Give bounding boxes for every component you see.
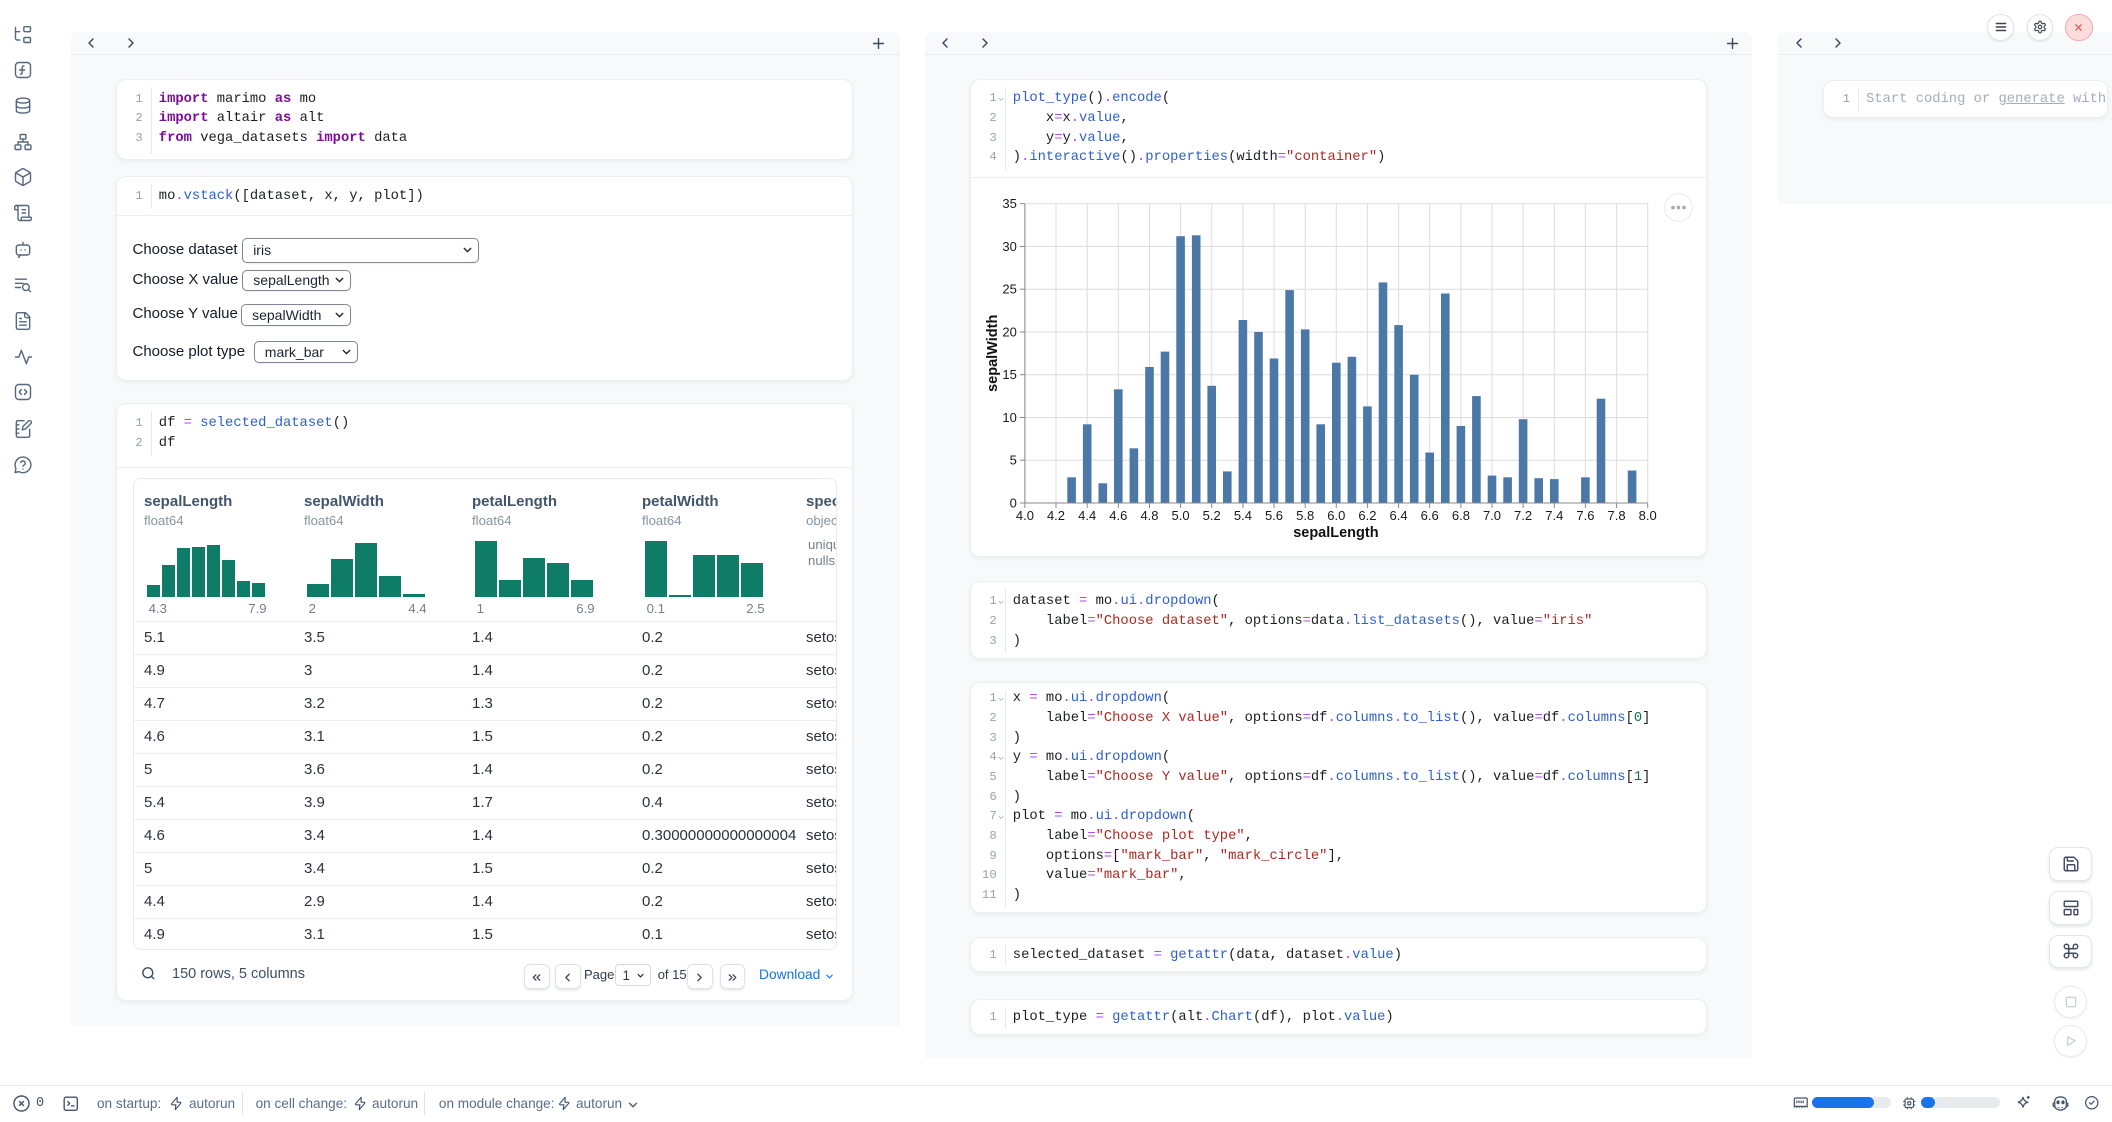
svg-text:5.6: 5.6 [1265, 508, 1283, 523]
svg-text:5.4: 5.4 [1234, 508, 1252, 523]
svg-text:7.4: 7.4 [1545, 508, 1563, 523]
svg-text:6.2: 6.2 [1358, 508, 1376, 523]
svg-text:4.6: 4.6 [1109, 508, 1127, 523]
svg-text:6.8: 6.8 [1452, 508, 1470, 523]
svg-text:4.2: 4.2 [1047, 508, 1065, 523]
svg-text:7.6: 7.6 [1576, 508, 1594, 523]
svg-text:8.0: 8.0 [1638, 508, 1656, 523]
svg-text:4.0: 4.0 [1016, 508, 1034, 523]
svg-text:35: 35 [1002, 196, 1016, 211]
svg-text:6.6: 6.6 [1420, 508, 1438, 523]
svg-text:6.4: 6.4 [1389, 508, 1407, 523]
svg-text:5.0: 5.0 [1171, 508, 1189, 523]
svg-text:4.4: 4.4 [1078, 508, 1096, 523]
svg-text:4.8: 4.8 [1140, 508, 1158, 523]
svg-text:15: 15 [1002, 367, 1016, 382]
svg-text:5.2: 5.2 [1202, 508, 1220, 523]
svg-text:7.8: 7.8 [1607, 508, 1625, 523]
svg-text:7.2: 7.2 [1514, 508, 1532, 523]
svg-text:6.0: 6.0 [1327, 508, 1345, 523]
svg-text:5.8: 5.8 [1296, 508, 1314, 523]
svg-text:20: 20 [1002, 325, 1016, 340]
svg-text:5: 5 [1009, 453, 1016, 468]
svg-text:0: 0 [1009, 496, 1016, 511]
svg-text:10: 10 [1002, 410, 1016, 425]
svg-text:25: 25 [1002, 282, 1016, 297]
svg-text:sepalWidth: sepalWidth [985, 315, 1001, 392]
svg-text:7.0: 7.0 [1483, 508, 1501, 523]
svg-text:30: 30 [1002, 239, 1016, 254]
svg-text:sepalLength: sepalLength [1293, 525, 1378, 541]
